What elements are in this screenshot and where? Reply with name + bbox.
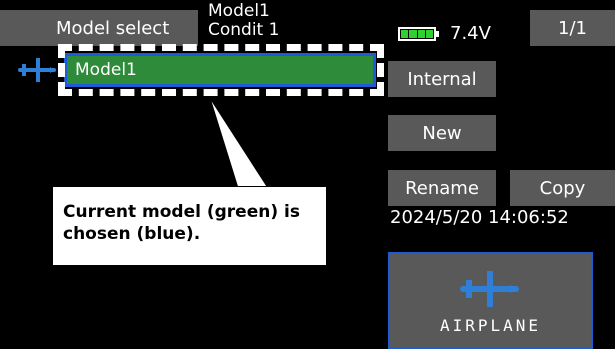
selection-highlight-frame [58, 44, 384, 96]
internal-button[interactable]: Internal [388, 61, 496, 97]
current-model-info: Model1 Condit 1 [208, 2, 318, 42]
rename-button-label: Rename [405, 177, 479, 199]
callout-note: Current model (green) is chosen (blue). [52, 186, 327, 266]
new-button-label: New [422, 122, 462, 144]
page-indicator[interactable]: 1/1 [530, 10, 615, 46]
model-type-button[interactable]: AIRPLANE [388, 252, 593, 349]
date-time-display: 2024/5/20 14:06:52 [390, 207, 569, 228]
battery-voltage: 7.4V [450, 23, 491, 44]
airplane-icon [460, 271, 519, 307]
current-model-name: Model1 [208, 1, 270, 21]
current-condition: Condit 1 [208, 20, 280, 40]
internal-button-label: Internal [407, 68, 477, 90]
model-type-label: AIRPLANE [439, 316, 542, 335]
screen-title[interactable]: Model select [0, 10, 198, 46]
screen-title-label: Model select [56, 17, 170, 39]
new-button[interactable]: New [388, 115, 496, 151]
battery-indicator: 7.4V [398, 23, 520, 45]
page-number: 1/1 [558, 17, 587, 39]
copy-button-label: Copy [539, 177, 586, 199]
battery-icon [398, 27, 436, 41]
copy-button[interactable]: Copy [510, 170, 615, 206]
rename-button[interactable]: Rename [388, 170, 496, 206]
airplane-icon [18, 58, 56, 82]
model-select-screen: Model select Model1 Condit 1 7.4V 1/1 Mo… [0, 0, 615, 349]
